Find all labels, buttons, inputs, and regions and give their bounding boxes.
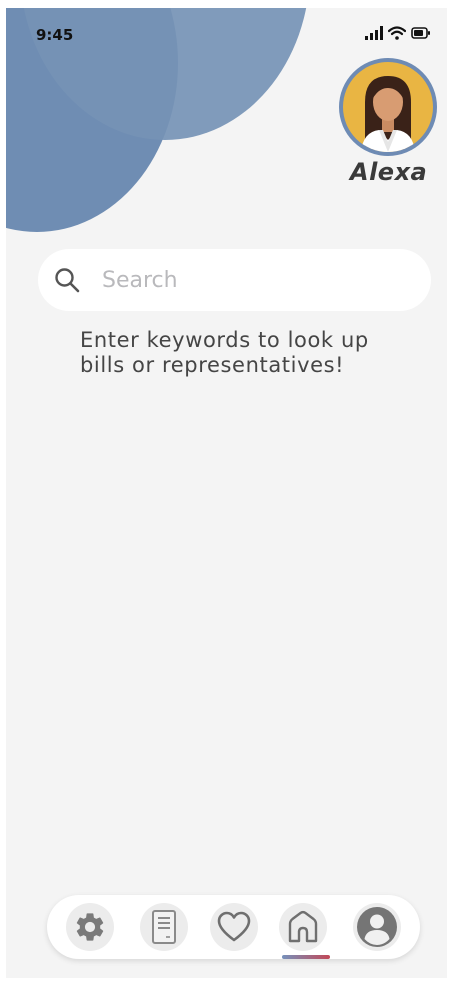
bottom-navigation [47,895,420,959]
home-icon [288,910,318,943]
search-icon [55,268,80,293]
active-tab-indicator [282,955,330,959]
search-input[interactable] [100,266,394,294]
search-hint: Enter keywords to look up bills or repre… [80,328,369,377]
status-time: 9:45 [36,26,74,44]
status-bar: 9:45 [6,8,447,52]
avatar[interactable] [339,58,437,156]
user-icon [357,907,397,947]
battery-icon [411,27,430,39]
nav-home-button[interactable] [279,903,327,951]
nav-bills-button[interactable] [140,903,188,951]
user-name: Alexa [350,158,428,186]
status-icons [365,26,431,40]
nav-profile-button[interactable] [353,903,401,951]
wifi-icon [388,26,406,40]
app-screen: 9:45 Alexa Search Enter keywords to look… [6,8,447,978]
document-icon [152,910,176,944]
search-bar[interactable] [38,249,431,311]
gear-icon [76,913,104,941]
woman-avatar-icon [343,62,433,152]
cellular-signal-icon [365,26,383,40]
nav-favorites-button[interactable] [210,903,258,951]
nav-settings-button[interactable] [66,903,114,951]
heart-icon [217,911,251,942]
